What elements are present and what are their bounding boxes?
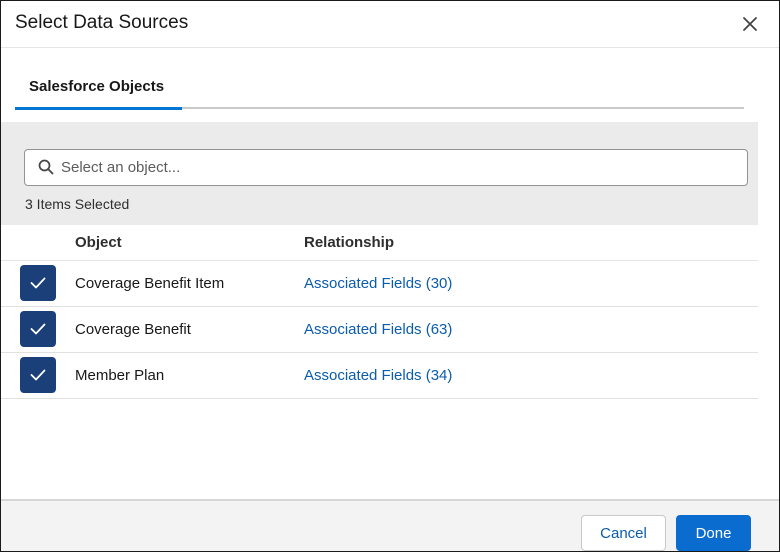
table-row: Coverage Benefit Item Associated Fields … <box>1 261 758 307</box>
table-row: Member Plan Associated Fields (34) <box>1 353 758 399</box>
table-row: Coverage Benefit Associated Fields (63) <box>1 307 758 353</box>
checkmark-icon <box>30 369 46 381</box>
modal-header: Select Data Sources <box>1 1 779 48</box>
column-header-relationship: Relationship <box>304 234 395 251</box>
associated-fields-link[interactable]: Associated Fields (63) <box>304 321 452 338</box>
tab-bar: Salesforce Objects <box>15 67 744 110</box>
object-name: Coverage Benefit <box>75 321 191 338</box>
objects-table: Object Relationship Coverage Benefit Ite… <box>1 225 758 399</box>
object-name: Member Plan <box>75 367 165 384</box>
checkmark-icon <box>30 323 46 335</box>
select-data-sources-modal: Select Data Sources Salesforce Objects 3… <box>0 0 780 552</box>
selected-count: 3 Items Selected <box>25 196 130 212</box>
close-button[interactable] <box>741 15 759 33</box>
tab-label: Salesforce Objects <box>29 78 165 95</box>
search-icon <box>38 159 54 175</box>
table-header: Object Relationship <box>1 225 758 261</box>
tab-salesforce-objects[interactable]: Salesforce Objects <box>15 67 182 110</box>
search-box[interactable] <box>24 149 748 186</box>
row-checkbox[interactable] <box>20 357 56 393</box>
close-icon <box>743 17 757 31</box>
associated-fields-link[interactable]: Associated Fields (30) <box>304 275 452 292</box>
row-checkbox[interactable] <box>20 311 56 347</box>
modal-footer: Cancel Done <box>1 499 779 551</box>
associated-fields-link[interactable]: Associated Fields (34) <box>304 367 452 384</box>
object-name: Coverage Benefit Item <box>75 275 225 292</box>
cancel-button[interactable]: Cancel <box>581 515 666 551</box>
search-panel: 3 Items Selected <box>1 122 758 225</box>
column-header-object: Object <box>75 234 122 251</box>
done-button[interactable]: Done <box>676 515 751 551</box>
checkmark-icon <box>30 277 46 289</box>
row-checkbox[interactable] <box>20 265 56 301</box>
modal-title: Select Data Sources <box>15 12 189 33</box>
search-input[interactable] <box>61 150 731 185</box>
